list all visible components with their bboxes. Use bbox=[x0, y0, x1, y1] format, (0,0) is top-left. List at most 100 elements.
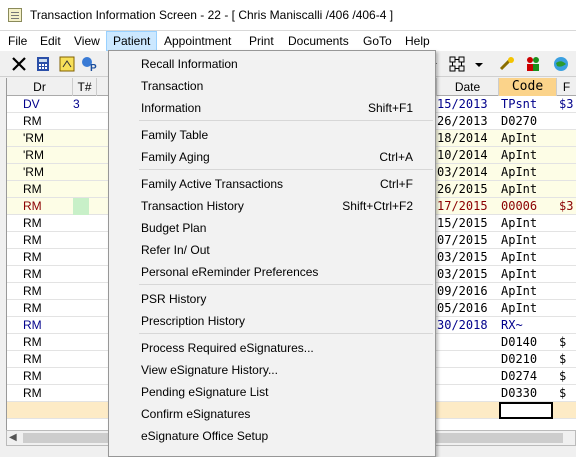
tooth-tools-icon[interactable] bbox=[498, 55, 516, 73]
cell-dr: RM bbox=[23, 233, 42, 247]
header-t[interactable]: T# bbox=[73, 78, 97, 96]
menu-appointment[interactable]: Appointment bbox=[158, 31, 237, 51]
cell-code: ApInt bbox=[501, 301, 538, 315]
cell-date: 09/2016 bbox=[437, 284, 488, 298]
menu-item-transaction[interactable]: Transaction bbox=[109, 75, 435, 97]
header-dr[interactable]: Dr bbox=[7, 78, 73, 96]
cell-f bbox=[559, 232, 576, 249]
menu-item-esignature-office-setup[interactable]: eSignature Office Setup bbox=[109, 425, 435, 447]
cell-dr: RM bbox=[23, 250, 42, 264]
menu-help[interactable]: Help bbox=[399, 31, 436, 51]
menu-edit[interactable]: Edit bbox=[34, 31, 67, 51]
cell-date: 03/2015 bbox=[437, 250, 488, 264]
calculator-icon[interactable] bbox=[34, 55, 52, 73]
scroll-left-icon[interactable]: ◀ bbox=[9, 433, 19, 443]
cell-dr: DV bbox=[23, 97, 40, 111]
menu-item-label: Personal eReminder Preferences bbox=[141, 265, 319, 279]
menu-file[interactable]: File bbox=[2, 31, 33, 51]
cell-f bbox=[559, 130, 576, 147]
cell-f bbox=[559, 181, 576, 198]
menu-item-psr-history[interactable]: PSR History bbox=[109, 288, 435, 310]
menu-print[interactable]: Print bbox=[243, 31, 280, 51]
cell-date bbox=[437, 368, 497, 385]
cell-t bbox=[73, 147, 89, 164]
code-cell-cursor[interactable] bbox=[499, 402, 553, 419]
cell-dr: RM bbox=[23, 318, 42, 332]
people-icon[interactable] bbox=[524, 55, 542, 73]
cell-t bbox=[73, 351, 89, 368]
menu-item-information[interactable]: Information Shift+F1 bbox=[109, 97, 435, 119]
menu-item-recall-information[interactable]: Recall Information bbox=[109, 53, 435, 75]
cell-code: D0210 bbox=[501, 352, 538, 366]
menu-item-family-active-transactions[interactable]: Family Active Transactions Ctrl+F bbox=[109, 173, 435, 195]
cell-dr: RM bbox=[23, 267, 42, 281]
dropdown-arrow-icon-2[interactable] bbox=[470, 55, 488, 73]
menu-view[interactable]: View bbox=[68, 31, 106, 51]
cell-dr: 'RM bbox=[23, 131, 44, 145]
menu-goto[interactable]: GoTo bbox=[357, 31, 398, 51]
menu-patient[interactable]: Patient bbox=[106, 31, 158, 51]
menu-separator bbox=[139, 169, 433, 170]
menu-item-label: Transaction History bbox=[141, 199, 244, 213]
menu-item-shortcut: Shift+F1 bbox=[367, 101, 413, 115]
menu-item-personal-ereminder-preferences[interactable]: Personal eReminder Preferences bbox=[109, 261, 435, 283]
menu-item-label: Transaction bbox=[141, 79, 204, 93]
globe-icon[interactable] bbox=[552, 55, 570, 73]
header-date[interactable]: Date bbox=[437, 78, 499, 96]
menu-item-budget-plan[interactable]: Budget Plan bbox=[109, 217, 435, 239]
menu-item-label: Family Aging bbox=[141, 150, 210, 164]
menu-item-family-aging[interactable]: Family Aging Ctrl+A bbox=[109, 146, 435, 168]
link-nodes-icon[interactable] bbox=[448, 55, 466, 73]
cell-code: ApInt bbox=[501, 250, 538, 264]
cell-date: 26/2015 bbox=[437, 182, 488, 196]
cell-t bbox=[73, 198, 89, 215]
cell-code: ApInt bbox=[501, 131, 538, 145]
cell-date: 26/2013 bbox=[437, 114, 488, 128]
cell-code: ApInt bbox=[501, 267, 538, 281]
patient-menu-dropdown: Recall Information Transaction Information… bbox=[108, 50, 436, 457]
menu-item-family-table[interactable]: Family Table bbox=[109, 124, 435, 146]
menu-item-prescription-history[interactable]: Prescription History bbox=[109, 310, 435, 332]
cell-code: D0274 bbox=[501, 369, 538, 383]
menu-separator bbox=[139, 333, 433, 334]
cell-code: ApInt bbox=[501, 165, 538, 179]
cell-dr bbox=[23, 402, 73, 419]
menu-item-confirm-esignatures[interactable]: Confirm eSignatures bbox=[109, 403, 435, 425]
cell-code: ApInt bbox=[501, 233, 538, 247]
cell-t bbox=[73, 402, 89, 419]
menu-item-view-esignature-history[interactable]: View eSignature History... bbox=[109, 359, 435, 381]
cell-dr: RM bbox=[23, 301, 42, 315]
cell-t bbox=[73, 368, 89, 385]
cell-t: 3 bbox=[73, 97, 80, 111]
cell-date bbox=[437, 334, 497, 351]
cell-f bbox=[559, 402, 576, 419]
header-code[interactable]: Code bbox=[499, 78, 557, 96]
cell-code: ApInt bbox=[501, 284, 538, 298]
cell-code: RX~ bbox=[501, 318, 523, 332]
cell-t bbox=[73, 385, 89, 402]
menu-documents[interactable]: Documents bbox=[282, 31, 355, 51]
menu-item-shortcut: Shift+Ctrl+F2 bbox=[342, 199, 413, 213]
cell-t bbox=[73, 266, 89, 283]
cell-t bbox=[73, 300, 89, 317]
menu-item-label: Process Required eSignatures... bbox=[141, 341, 314, 355]
header-f[interactable]: F bbox=[557, 78, 576, 96]
cell-f: $3 bbox=[559, 199, 574, 213]
cell-code: ApInt bbox=[501, 182, 538, 196]
menu-item-label: Refer In/ Out bbox=[141, 243, 210, 257]
menu-item-pending-esignature-list[interactable]: Pending eSignature List bbox=[109, 381, 435, 403]
cell-date bbox=[437, 351, 497, 368]
cell-dr: 'RM bbox=[23, 165, 44, 179]
app-icon bbox=[8, 8, 22, 22]
close-x-icon[interactable] bbox=[10, 55, 28, 73]
cell-date: 15/2013 bbox=[437, 97, 488, 111]
cell-f: $ bbox=[559, 386, 567, 400]
cell-date: 10/2014 bbox=[437, 148, 488, 162]
payment-icon[interactable]: P bbox=[80, 55, 98, 73]
menu-item-refer-in-out[interactable]: Refer In/ Out bbox=[109, 239, 435, 261]
cell-dr: RM bbox=[23, 182, 42, 196]
menu-item-process-required-esignatures[interactable]: Process Required eSignatures... bbox=[109, 337, 435, 359]
note-icon[interactable] bbox=[58, 55, 76, 73]
menu-item-transaction-history[interactable]: Transaction History Shift+Ctrl+F2 bbox=[109, 195, 435, 217]
window-title: Transaction Information Screen - 22 - [ … bbox=[30, 8, 394, 22]
